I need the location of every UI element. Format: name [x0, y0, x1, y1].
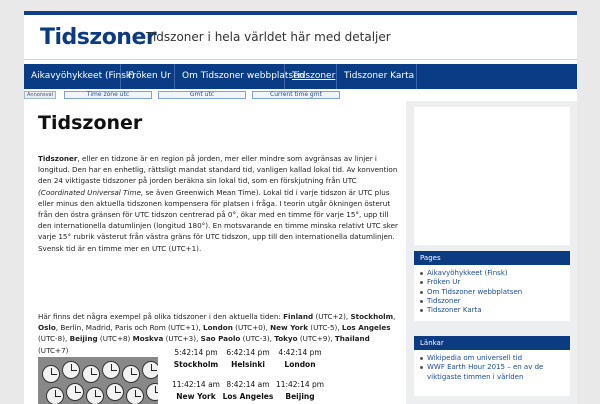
site-header: Tidszoner Tidszoner i hela världet här m… [24, 15, 577, 60]
example-city: Finland [283, 312, 314, 321]
intro-text-end: se även Greenwich Mean Time). Lokal tid … [38, 187, 398, 253]
pages-widget: Pages Aikavyöhykkeet (Finsk) Fröken Ur O… [414, 251, 570, 321]
nav-item-aikavyohykkeet[interactable]: Aikavyöhykkeet (Finsk) [24, 64, 135, 89]
links-widget: Länkar Wikipedia om universell tid WWF E… [414, 336, 570, 396]
example-offset: (UTC+8) [97, 334, 133, 344]
sidebar: Pages Aikavyöhykkeet (Finsk) Fröken Ur O… [406, 101, 577, 404]
pages-widget-title: Pages [414, 251, 570, 265]
clock-icon [126, 387, 144, 404]
world-clock-cell: 5:42:14 pm Stockholm [168, 348, 224, 369]
clock-time: 11:42:14 pm [275, 380, 325, 389]
clock-icon [142, 361, 158, 379]
example-offset: (UTC-3), [240, 334, 275, 344]
adchoices-label[interactable]: Annonsval [24, 91, 57, 99]
example-offset: (UTC-8), [38, 334, 70, 344]
world-clock-cell: 4:42:14 pm London [272, 348, 328, 369]
intro-paragraph: Tidszoner, eller en tidzone är en region… [38, 153, 398, 254]
clock-time: 11:42:14 am [172, 380, 220, 389]
nav-item-froken-ur[interactable]: Fröken Ur [121, 64, 175, 89]
world-clock-cell: 11:42:14 pm Beijing [272, 380, 328, 401]
example-city: Oslo [38, 323, 56, 333]
intro-bold-term: Tidszoner [38, 154, 78, 163]
clock-time: 4:42:14 pm [278, 348, 322, 357]
page-title: Tidszoner [38, 112, 143, 134]
clock-icon [42, 365, 60, 383]
sidebar-link-tidszoner-karta[interactable]: Tidszoner Karta [420, 306, 566, 315]
example-city: Los Angeles [341, 323, 391, 333]
site-tagline: Tidszoner i hela världet här med detalje… [146, 30, 391, 44]
example-offset: (UTC-5), [308, 323, 342, 333]
clock-city: Stockholm [173, 360, 219, 369]
examples-lead: Här finns det några exempel på olika tid… [38, 312, 284, 321]
sidebar-link-tidszoner[interactable]: Tidszoner [420, 297, 566, 306]
clock-icon [62, 361, 80, 379]
sidebar-link-aikavyohykkeet[interactable]: Aikavyöhykkeet (Finsk) [420, 269, 566, 278]
sidebar-link-om-tidszoner[interactable]: Om Tidszoner webbplatsen [420, 288, 566, 297]
clock-time: 6:42:14 pm [226, 348, 270, 357]
clock-icon [82, 365, 100, 383]
clock-icon [66, 383, 84, 401]
world-clock-cell: 8:42:14 am Los Angeles [220, 380, 276, 401]
page-container: Tidszoner Tidszoner i hela världet här m… [24, 11, 577, 404]
main-nav: Aikavyöhykkeet (Finsk) Fröken Ur Om Tids… [24, 64, 577, 89]
example-city: Stockholm [350, 312, 394, 321]
pages-list: Aikavyöhykkeet (Finsk) Fröken Ur Om Tids… [414, 269, 570, 315]
example-city: Beijing [69, 334, 98, 344]
clock-icon [86, 387, 104, 404]
ad-link-bar: Annonsval Time zone utc Gmt utc Current … [24, 91, 404, 99]
sidebar-link-wwf-earth-hour[interactable]: WWF Earth Hour 2015 – en av de viktigast… [420, 363, 566, 382]
intro-italic-text: (Coordinated Universal Time, [38, 187, 144, 197]
clocks-photo [38, 357, 158, 404]
clock-icon [122, 365, 140, 383]
world-clock-cell: 11:42:14 am New York [168, 380, 224, 401]
sidebar-link-wikipedia[interactable]: Wikipedia om universell tid [420, 354, 566, 363]
sidebar-ad-space [414, 107, 570, 245]
clock-icon [102, 361, 120, 379]
ad-link-time-zone-utc[interactable]: Time zone utc [64, 91, 152, 99]
links-widget-title: Länkar [414, 336, 570, 350]
example-offset: (UTC+7) [38, 345, 69, 355]
clock-city: Helsinki [231, 360, 265, 369]
example-offset: , [393, 312, 396, 321]
ad-link-gmt-utc[interactable]: Gmt utc [158, 91, 246, 99]
world-clock-cell: 6:42:14 pm Helsinki [220, 348, 276, 369]
example-city: London [203, 323, 233, 333]
clock-icon [146, 383, 158, 401]
clock-time: 8:42:14 am [226, 380, 270, 389]
sidebar-link-froken-ur[interactable]: Fröken Ur [420, 278, 566, 287]
example-city: Thailand [334, 334, 370, 344]
example-offset: (UTC+0), [232, 323, 271, 333]
clock-icon [106, 383, 124, 401]
clock-icon [46, 387, 64, 404]
clock-time: 5:42:14 pm [174, 348, 218, 357]
example-city: Moskva [132, 334, 164, 344]
nav-item-tidszoner[interactable]: Tidszoner [285, 64, 337, 89]
nav-item-tidszoner-karta[interactable]: Tidszoner Karta [337, 64, 417, 89]
example-offset: (UTC+3), [163, 334, 201, 344]
example-offset: , Berlin, Madrid, Paris och Rom (UTC+1), [55, 323, 204, 333]
example-city: New York [270, 323, 309, 333]
example-offset: (UTC+9), [297, 334, 335, 344]
clock-city: London [284, 360, 316, 369]
ad-link-current-time-gmt[interactable]: Current time gmt [252, 91, 340, 99]
example-city: Tokyo [274, 334, 298, 344]
nav-item-om-tidszoner[interactable]: Om Tidszoner webbplatsen [175, 64, 304, 89]
intro-text: , eller en tidzone är en region på jorde… [38, 154, 398, 186]
site-title[interactable]: Tidszoner [40, 25, 157, 50]
main-content: Tidszoner Tidszoner, eller en tidzone är… [24, 101, 406, 404]
example-city: Sao Paolo [200, 334, 241, 344]
example-offset: (UTC+2), [315, 312, 351, 321]
links-list: Wikipedia om universell tid WWF Earth Ho… [414, 354, 570, 382]
